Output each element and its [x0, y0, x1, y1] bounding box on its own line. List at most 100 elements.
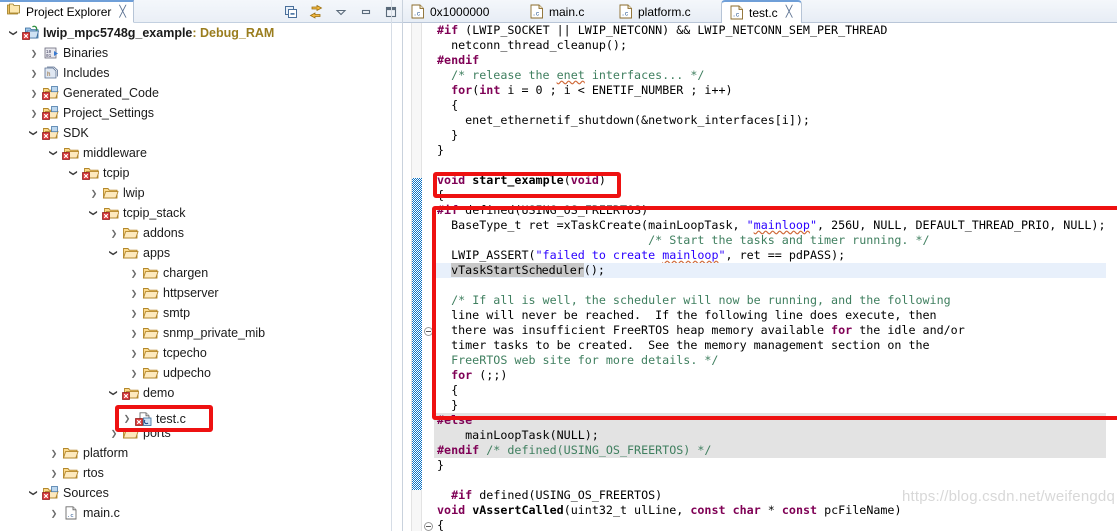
chevron-down-icon[interactable]: ❯ [26, 485, 42, 501]
source-code[interactable]: #if (LWIP_SOCKET || LWIP_NETCONN) && LWI… [434, 23, 1106, 531]
chevron-down-icon[interactable]: ❯ [26, 125, 42, 141]
code-line[interactable]: netconn_thread_cleanup(); [434, 38, 1106, 53]
fold-collapse-icon[interactable] [424, 327, 433, 336]
code-line[interactable]: /* Start the tasks and timer running. */ [434, 233, 1106, 248]
tree-item-includes[interactable]: ❯ h Includes [0, 63, 391, 83]
chevron-right-icon[interactable]: ❯ [26, 65, 42, 81]
code-line[interactable]: for(int i = 0 ; i < ENETIF_NUMBER ; i++) [434, 83, 1106, 98]
code-line[interactable]: vTaskStartScheduler(); [434, 263, 1106, 278]
code-line[interactable]: line will never be reached. If the follo… [434, 308, 1106, 323]
tree-item-middleware[interactable]: ❯ middleware [0, 143, 391, 163]
chevron-right-icon[interactable]: ❯ [126, 305, 142, 321]
code-line[interactable] [434, 278, 1106, 293]
chevron-right-icon[interactable]: ❯ [126, 325, 142, 341]
editor-tab-platform-c[interactable]: .c platform.c [611, 0, 700, 23]
code-line[interactable]: #else [434, 413, 1106, 428]
chevron-right-icon[interactable]: ❯ [126, 285, 142, 301]
code-line[interactable]: LWIP_ASSERT("failed to create mainloop",… [434, 248, 1106, 263]
chevron-right-icon[interactable]: ❯ [46, 505, 62, 521]
code-line[interactable]: /* release the enet interfaces... */ [434, 68, 1106, 83]
code-line[interactable]: #if (LWIP_SOCKET || LWIP_NETCONN) && LWI… [434, 23, 1106, 38]
chevron-right-icon[interactable]: ❯ [126, 265, 142, 281]
project-tree[interactable]: ❯ lwip_mpc5748g_example: Debug_RAM ❯ 10 01 Bi… [0, 23, 391, 531]
tree-item-tcpip[interactable]: ❯ tcpip [0, 163, 391, 183]
tree-item-chargen[interactable]: ❯ chargen [0, 263, 391, 283]
tree-item-tcpip-stack[interactable]: ❯ tcpip_stack [0, 203, 391, 223]
chevron-right-icon[interactable]: ❯ [126, 365, 142, 381]
code-line[interactable]: BaseType_t ret =xTaskCreate(mainLoopTask… [434, 218, 1106, 233]
code-line[interactable]: there was insufficient FreeRTOS heap mem… [434, 323, 1106, 338]
link-with-editor-icon[interactable] [308, 4, 324, 20]
tree-item-lwip-mpc5748g-example[interactable]: ❯ lwip_mpc5748g_example: Debug_RAM [0, 23, 391, 43]
code-line[interactable]: /* If all is well, the scheduler will no… [434, 293, 1106, 308]
tree-item-smtp[interactable]: ❯ smtp [0, 303, 391, 323]
tree-item-sources[interactable]: ❯ Sources [0, 483, 391, 503]
chevron-right-icon[interactable]: ❯ [126, 345, 142, 361]
chevron-right-icon[interactable]: ❯ [26, 45, 42, 61]
editor-folding-ruler[interactable] [423, 23, 434, 531]
code-line[interactable]: #if defined(USING_OS_FREERTOS) [434, 488, 1106, 503]
close-icon[interactable]: ╳ [119, 6, 126, 18]
chevron-down-icon[interactable]: ❯ [106, 245, 122, 261]
tree-item-demo[interactable]: ❯ demo [0, 383, 391, 403]
tree-item-addons[interactable]: ❯ addons [0, 223, 391, 243]
code-line[interactable]: { [434, 188, 1106, 203]
code-line[interactable]: mainLoopTask(NULL); [434, 428, 1106, 443]
code-line[interactable]: } [434, 458, 1106, 473]
minimize-icon[interactable] [358, 4, 374, 20]
tree-item-binaries[interactable]: ❯ 10 01 Binaries [0, 43, 391, 63]
code-line[interactable]: enet_ethernetif_shutdown(&network_interf… [434, 113, 1106, 128]
chevron-right-icon[interactable]: ❯ [86, 185, 102, 201]
code-line[interactable]: FreeRTOS web site for more details. */ [434, 353, 1106, 368]
chevron-down-icon[interactable]: ❯ [6, 25, 22, 41]
chevron-down-icon[interactable]: ❯ [46, 145, 62, 161]
tree-item-test-c-highlighted[interactable]: ❯ test.c [119, 409, 209, 428]
fold-collapse-icon[interactable] [424, 522, 433, 531]
chevron-down-icon[interactable]: ❯ [106, 385, 122, 401]
tree-item-sdk[interactable]: ❯ SDK [0, 123, 391, 143]
code-line[interactable] [434, 473, 1106, 488]
tree-item-snmp-private-mib[interactable]: ❯ snmp_private_mib [0, 323, 391, 343]
code-line[interactable]: void vAssertCalled(uint32_t ulLine, cons… [434, 503, 1106, 518]
chevron-down-icon[interactable]: ❯ [66, 165, 82, 181]
chevron-right-icon[interactable]: ❯ [46, 465, 62, 481]
code-line[interactable]: { [434, 98, 1106, 113]
code-line[interactable]: { [434, 518, 1106, 531]
code-line[interactable]: for (;;) [434, 368, 1106, 383]
tree-item-udpecho[interactable]: ❯ udpecho [0, 363, 391, 383]
tree-item-httpserver[interactable]: ❯ httpserver [0, 283, 391, 303]
chevron-right-icon[interactable]: ❯ [106, 225, 122, 241]
chevron-right-icon[interactable]: ❯ [26, 85, 42, 101]
editor-body[interactable]: #if (LWIP_SOCKET || LWIP_NETCONN) && LWI… [403, 23, 1117, 531]
code-line[interactable]: #endif /* defined(USING_OS_FREERTOS) */ [434, 443, 1106, 458]
view-menu-icon[interactable] [333, 4, 349, 20]
tree-item-tcpecho[interactable]: ❯ tcpecho [0, 343, 391, 363]
tree-item-main-c[interactable]: ❯ .c main.c [0, 503, 391, 523]
code-line[interactable] [434, 158, 1106, 173]
chevron-down-icon[interactable]: ❯ [86, 205, 102, 221]
tree-item-platform[interactable]: ❯ platform [0, 443, 391, 463]
collapse-all-icon[interactable] [283, 4, 299, 20]
code-line[interactable]: #endif [434, 53, 1106, 68]
tree-item-generated-code[interactable]: ❯ Generated_Code [0, 83, 391, 103]
chevron-right-icon[interactable]: ❯ [46, 445, 62, 461]
code-line[interactable]: #if defined(USING_OS_FREERTOS) [434, 203, 1106, 218]
code-line[interactable]: void start_example(void) [434, 173, 1106, 188]
tree-item-rtos[interactable]: ❯ rtos [0, 463, 391, 483]
editor-tab-test-c[interactable]: .c test.c ╳ [721, 0, 803, 24]
tree-item-project-settings[interactable]: ❯ Project_Settings [0, 103, 391, 123]
code-line[interactable]: } [434, 143, 1106, 158]
chevron-right-icon[interactable]: ❯ [119, 411, 135, 427]
chevron-right-icon[interactable]: ❯ [26, 105, 42, 121]
code-line[interactable]: } [434, 398, 1106, 413]
code-line[interactable]: timer tasks to be created. See the memor… [434, 338, 1106, 353]
editor-scrollbar[interactable] [1106, 23, 1117, 531]
tab-project-explorer[interactable]: Project Explorer ╳ [0, 0, 134, 23]
editor-tab-0x1000000[interactable]: .c 0x1000000 [403, 0, 498, 23]
code-line[interactable]: } [434, 128, 1106, 143]
close-icon[interactable]: ╳ [786, 7, 793, 18]
tree-item-lwip[interactable]: ❯ lwip [0, 183, 391, 203]
tree-item-apps[interactable]: ❯ apps [0, 243, 391, 263]
code-line[interactable]: { [434, 383, 1106, 398]
editor-tab-main-c[interactable]: .c main.c [522, 0, 593, 23]
